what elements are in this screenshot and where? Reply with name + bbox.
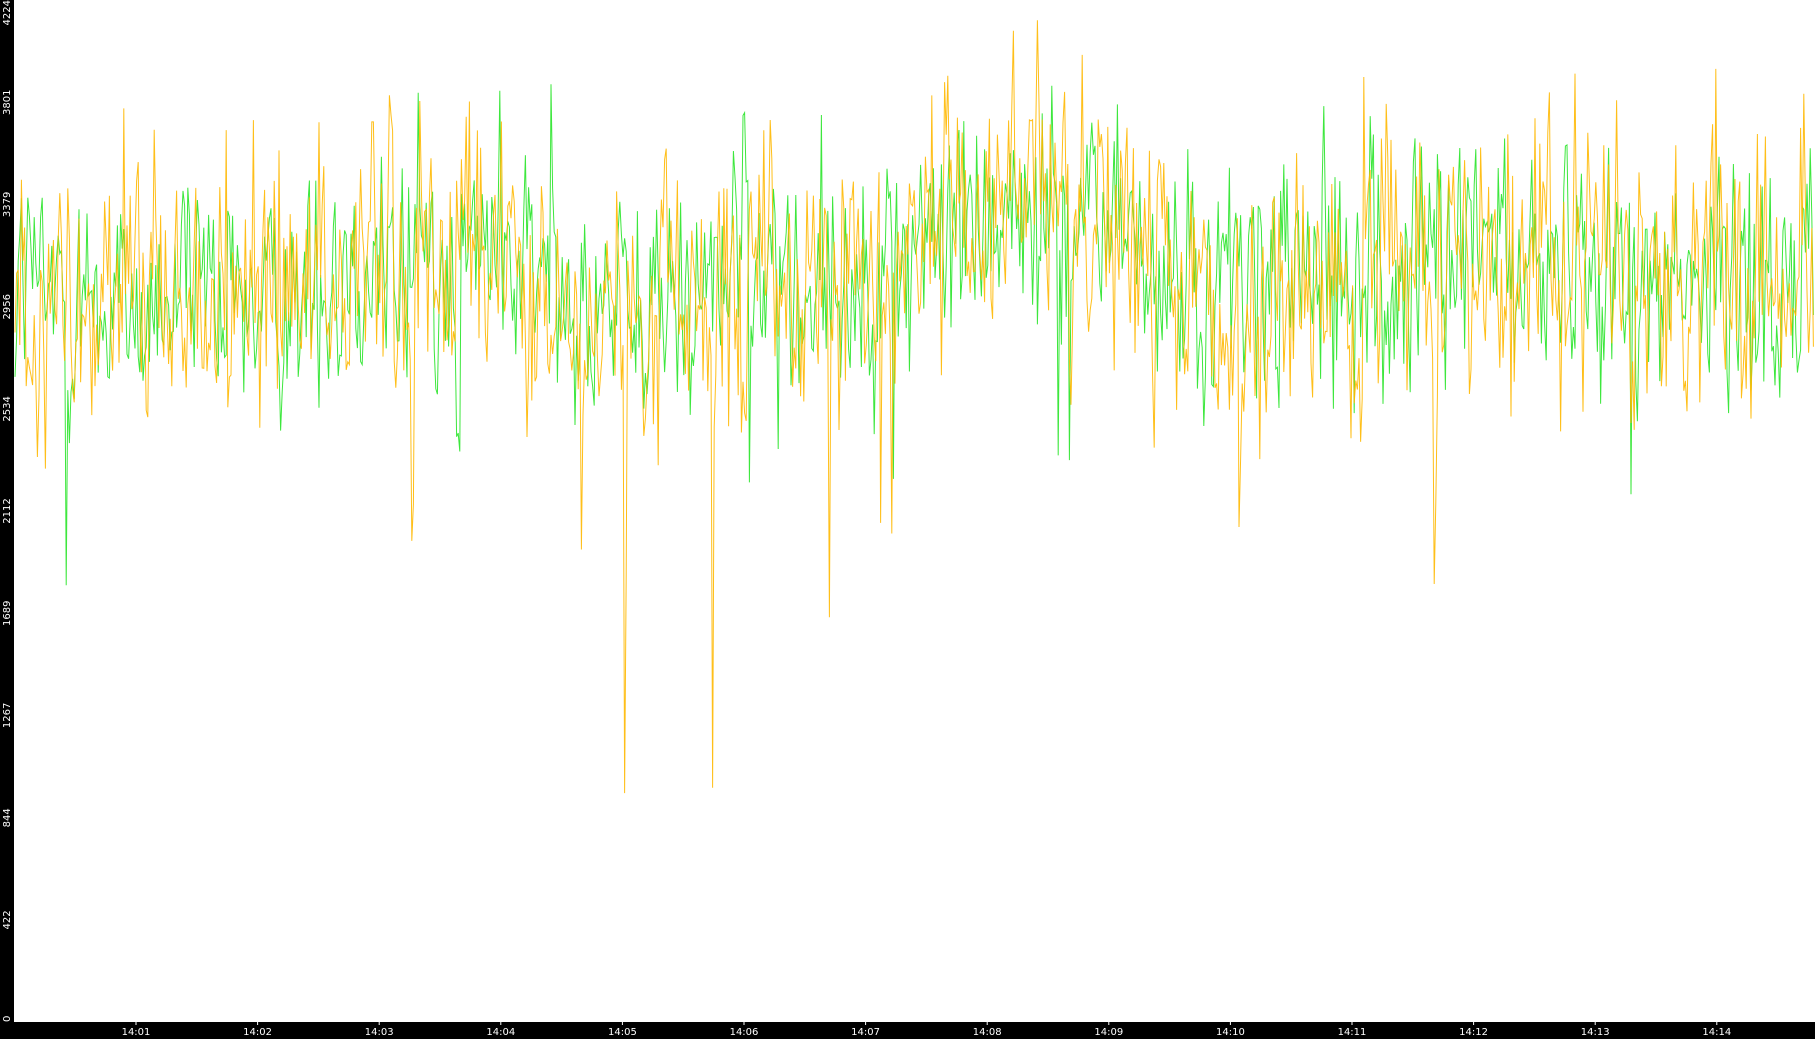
y-tick-label: 3379 — [2, 192, 13, 217]
y-tick-label: 1689 — [2, 601, 13, 626]
x-tick-label: 14:14 — [1702, 1027, 1731, 1038]
x-tick-label: 14:09 — [1094, 1027, 1123, 1038]
x-tick-label: 14:02 — [243, 1027, 272, 1038]
x-tick-label: 14:05 — [608, 1027, 637, 1038]
x-tick-label: 14:10 — [1216, 1027, 1245, 1038]
y-tick-label: 3801 — [2, 90, 13, 115]
x-tick-label: 14:07 — [851, 1027, 880, 1038]
x-tick-label: 14:08 — [973, 1027, 1002, 1038]
y-tick-label: 2112 — [2, 498, 13, 523]
x-tick-label: 14:04 — [486, 1027, 515, 1038]
x-tick-label: 14:13 — [1581, 1027, 1610, 1038]
x-tick-label: 14:12 — [1459, 1027, 1488, 1038]
y-tick-label: 4224 — [2, 0, 13, 25]
x-tick-label: 14:03 — [365, 1027, 394, 1038]
y-tick-label: 2534 — [2, 396, 13, 421]
y-tick-label: 844 — [2, 808, 13, 827]
y-tick-label: 1267 — [2, 703, 13, 728]
y-tick-label: 2956 — [2, 294, 13, 319]
plot-area — [14, 0, 1815, 1022]
y-tick-label: 0 — [2, 1016, 13, 1022]
y-tick-label: 422 — [2, 910, 13, 929]
x-tick-label: 14:01 — [122, 1027, 151, 1038]
x-tick-label: 14:06 — [730, 1027, 759, 1038]
line-chart: 042284412671689211225342956337938014224 … — [0, 0, 1815, 1039]
x-tick-label: 14:11 — [1338, 1027, 1367, 1038]
